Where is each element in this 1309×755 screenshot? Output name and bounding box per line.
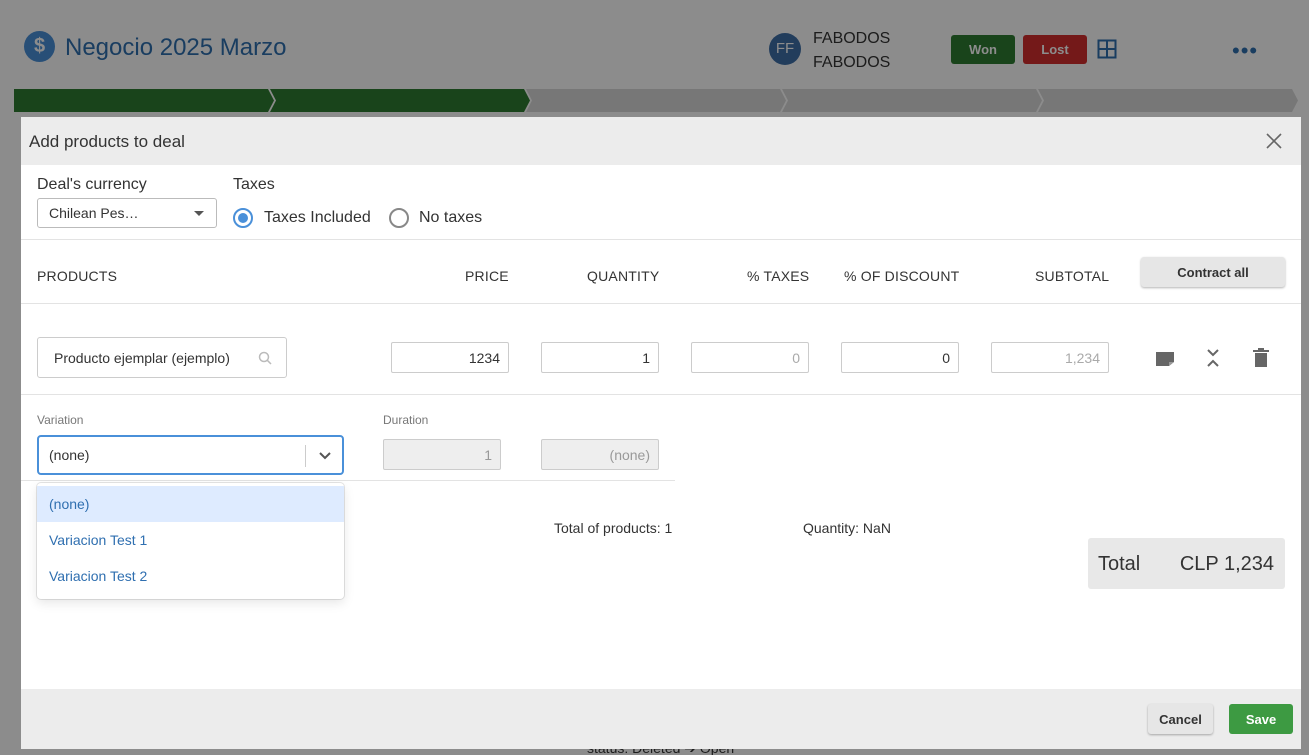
column-header-discount: % OF DISCOUNT	[844, 268, 960, 284]
contract-all-button[interactable]: Contract all	[1141, 257, 1285, 287]
taxes-included-label[interactable]: Taxes Included	[264, 209, 371, 227]
divider	[21, 480, 675, 481]
currency-label: Deal's currency	[37, 176, 147, 193]
modal-footer: Cancel Save	[21, 689, 1301, 749]
dropdown-option[interactable]: Variacion Test 1	[37, 522, 344, 558]
total-box: Total CLP 1,234	[1088, 538, 1285, 589]
product-search-input[interactable]: Producto ejemplar (ejemplo)	[37, 337, 287, 378]
caret-down-icon	[194, 211, 204, 216]
duration-input: 1	[383, 439, 501, 470]
duration-unit-input: (none)	[541, 439, 659, 470]
total-value: CLP 1,234	[1179, 553, 1274, 575]
save-button[interactable]: Save	[1229, 704, 1293, 734]
taxes-input[interactable]: 0	[691, 342, 809, 373]
currency-select[interactable]: Chilean Pes…	[37, 198, 217, 228]
discount-input[interactable]: 0	[841, 342, 959, 373]
taxes-included-radio[interactable]	[233, 208, 253, 228]
divider	[21, 303, 1301, 304]
add-products-modal: Add products to deal Deal's currency Chi…	[21, 117, 1301, 749]
trash-icon[interactable]	[1250, 347, 1272, 369]
cancel-button[interactable]: Cancel	[1148, 704, 1213, 734]
dropdown-option[interactable]: (none)	[37, 486, 344, 522]
variation-select[interactable]: (none)	[37, 435, 344, 475]
product-value: Producto ejemplar (ejemplo)	[54, 350, 230, 366]
variation-dropdown-menu: (none) Variacion Test 1 Variacion Test 2	[37, 483, 344, 599]
variation-value: (none)	[49, 447, 90, 463]
dropdown-option[interactable]: Variacion Test 2	[37, 558, 344, 594]
close-icon[interactable]	[1265, 132, 1283, 150]
column-header-subtotal: SUBTOTAL	[1035, 268, 1110, 284]
search-icon	[258, 351, 272, 365]
no-taxes-radio[interactable]	[389, 208, 409, 228]
modal-title: Add products to deal	[29, 132, 185, 151]
divider	[21, 394, 1301, 395]
quantity-summary-text: Quantity: NaN	[803, 520, 891, 536]
column-header-price: PRICE	[465, 268, 509, 284]
quantity-input[interactable]: 1	[541, 342, 659, 373]
column-header-taxes: % TAXES	[747, 268, 810, 284]
price-input[interactable]: 1234	[391, 342, 509, 373]
select-divider	[305, 445, 306, 467]
column-header-products: PRODUCTS	[37, 268, 118, 284]
currency-value: Chilean Pes…	[49, 205, 139, 221]
modal-header: Add products to deal	[21, 117, 1301, 165]
total-products-text: Total of products: 1	[554, 520, 673, 536]
taxes-label: Taxes	[233, 176, 275, 193]
subtotal-input[interactable]: 1,234	[991, 342, 1109, 373]
chevron-down-icon[interactable]	[318, 449, 332, 463]
variation-label: Variation	[37, 413, 84, 427]
collapse-icon[interactable]	[1202, 347, 1224, 369]
column-header-quantity: QUANTITY	[587, 268, 660, 284]
divider	[21, 239, 1301, 240]
no-taxes-label[interactable]: No taxes	[419, 209, 482, 227]
duration-label: Duration	[383, 413, 429, 427]
total-label: Total	[1098, 553, 1141, 575]
note-icon[interactable]	[1154, 347, 1176, 369]
